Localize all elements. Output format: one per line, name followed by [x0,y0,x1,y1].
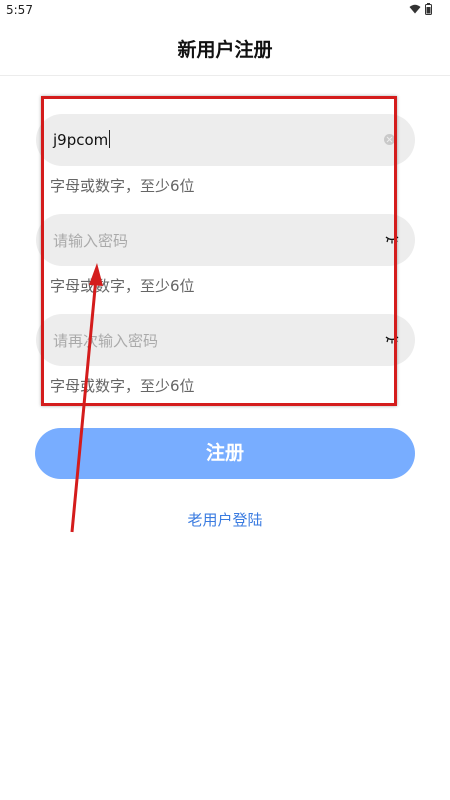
login-link[interactable]: 老用户登陆 [0,509,450,530]
status-icons [409,3,432,15]
wifi-icon [409,4,421,14]
status-time: 5:57 [6,3,33,17]
register-button[interactable]: 注册 [35,428,415,479]
status-bar: 5:57 [0,0,450,20]
annotation-highlight-box [41,96,397,406]
register-screen: 5:57 新用户注册 j9pcom 字母或数字，至少6位 请输入密码 字母或数字… [0,0,450,800]
title-bar: 新用户注册 [0,20,450,76]
battery-icon [425,3,432,15]
page-title: 新用户注册 [177,39,273,61]
login-link-label[interactable]: 老用户登陆 [187,511,262,529]
